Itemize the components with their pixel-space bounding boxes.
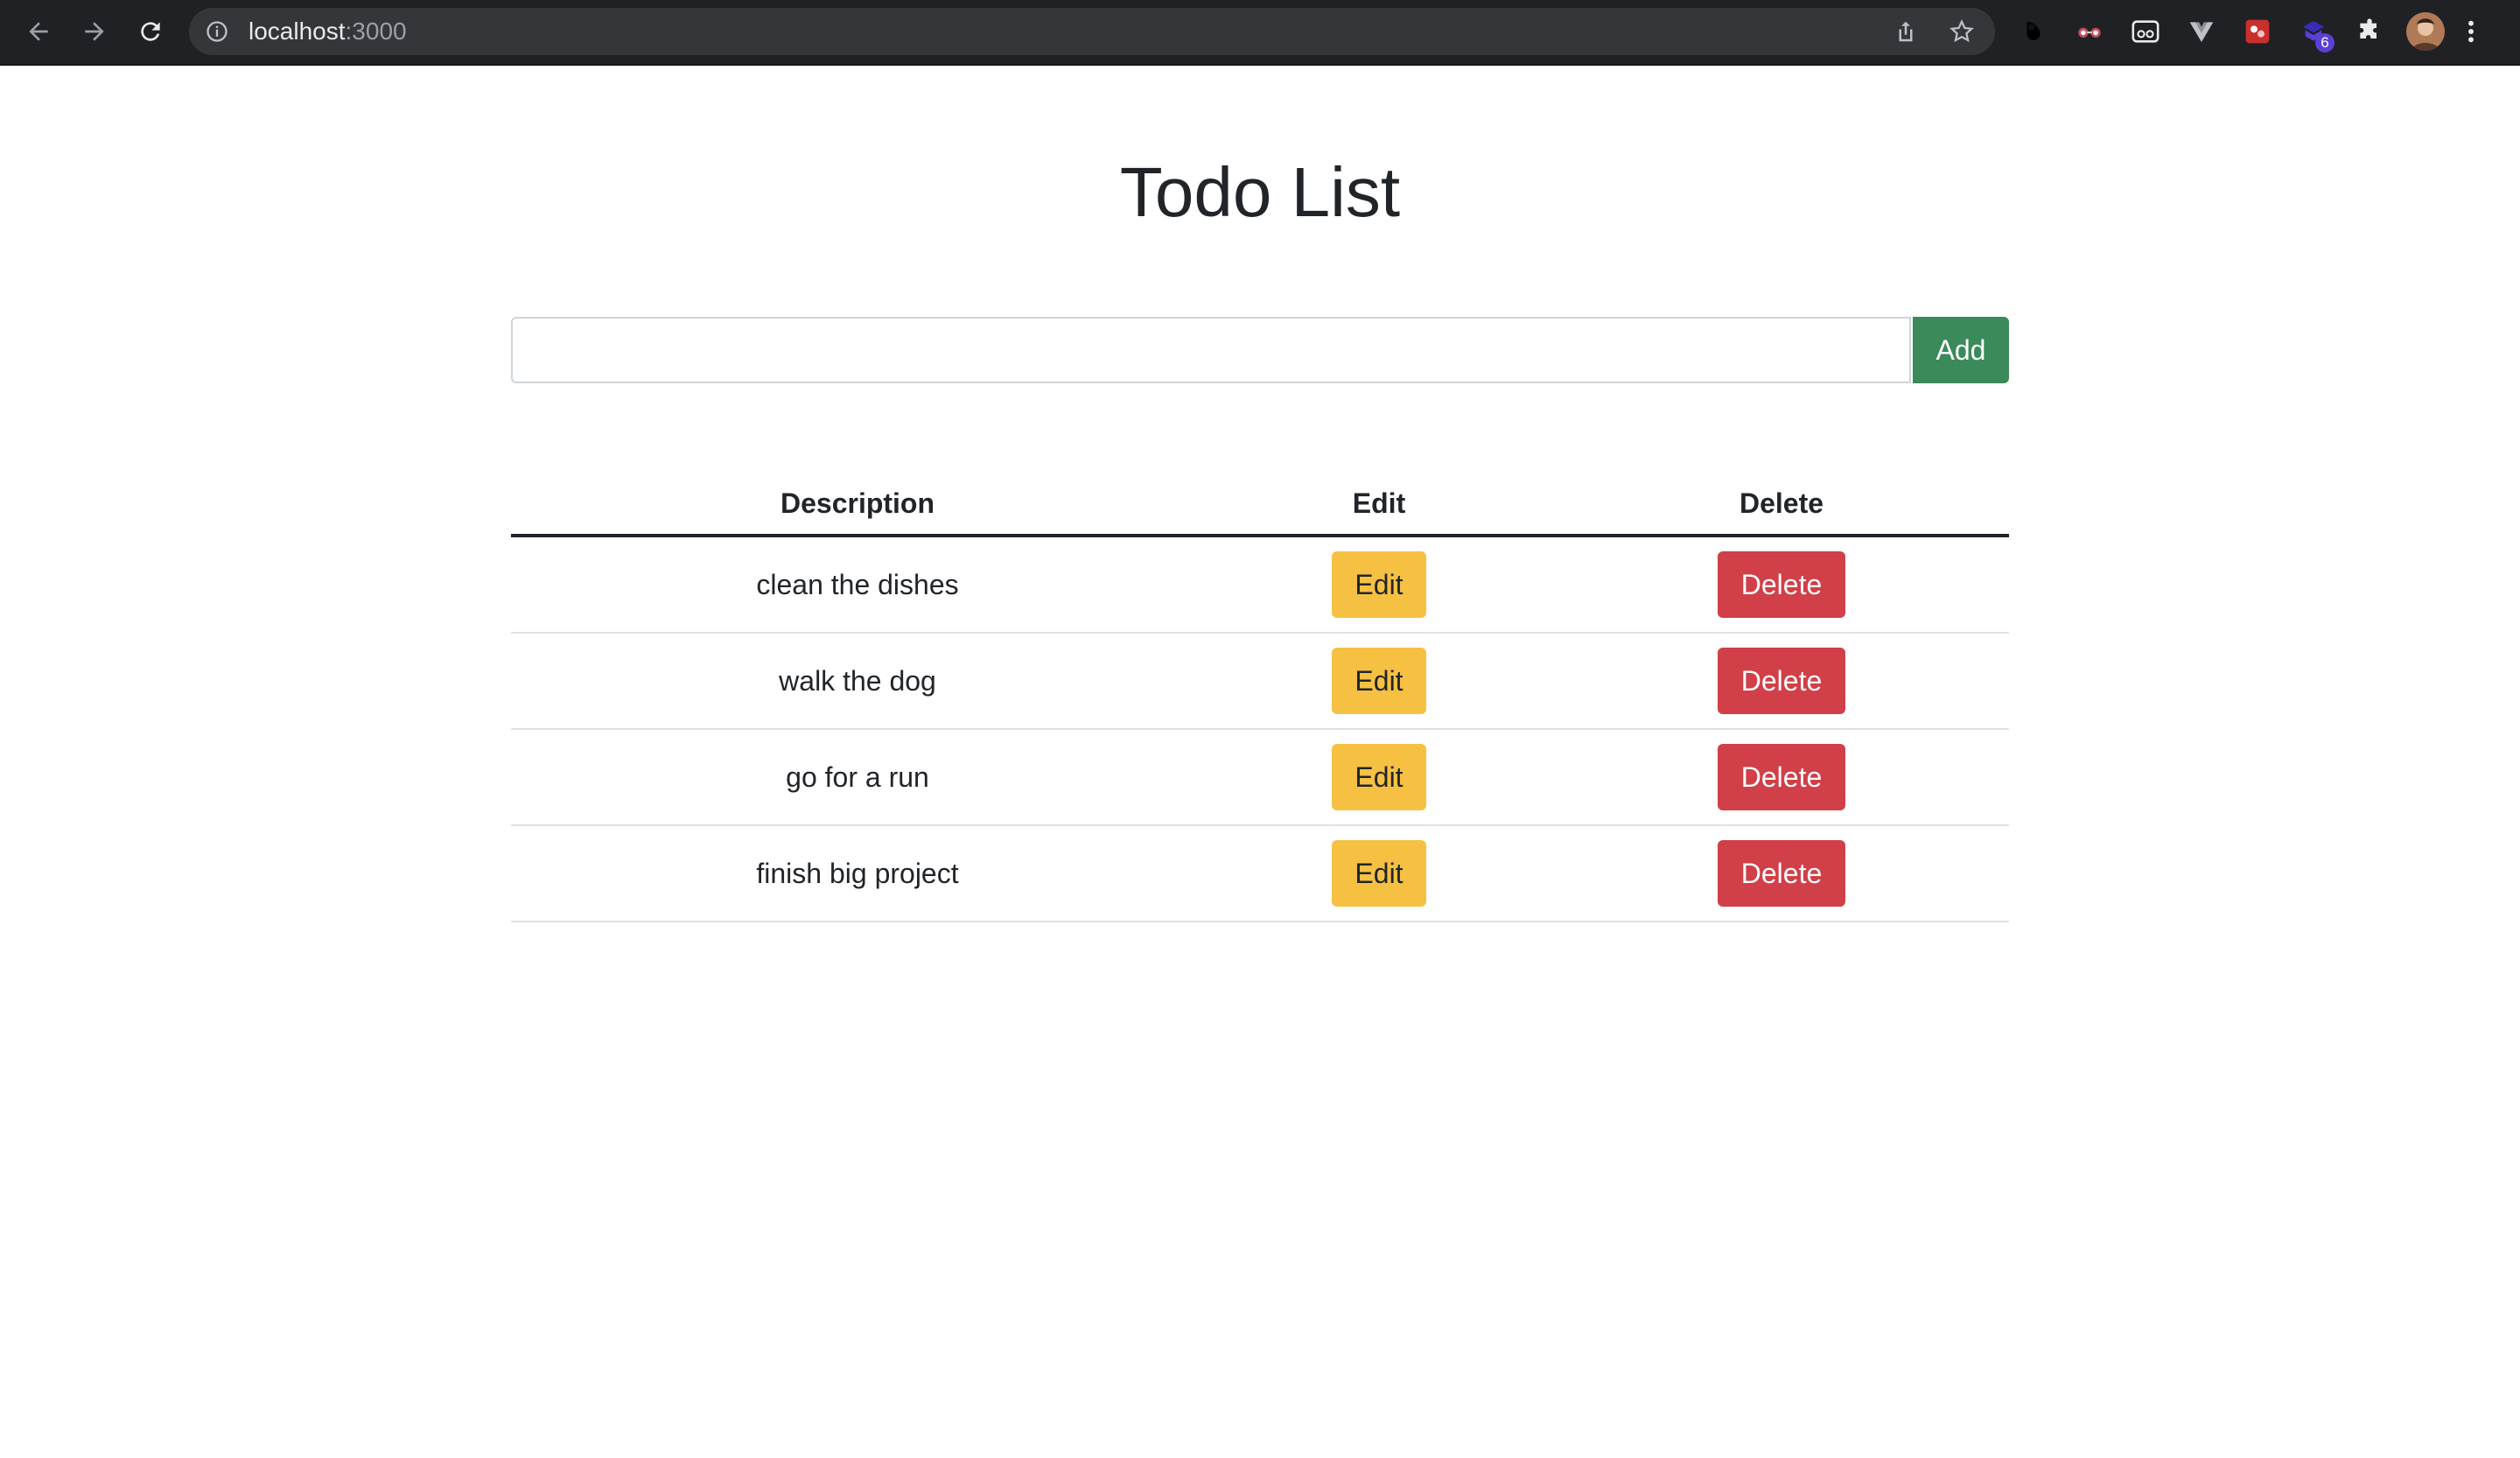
table-row: walk the dog Edit Delete <box>511 633 2009 730</box>
reload-icon <box>141 22 160 41</box>
site-info-icon[interactable] <box>205 19 229 44</box>
forward-button[interactable] <box>72 9 117 54</box>
add-button[interactable]: Add <box>1913 317 2009 383</box>
extension-badge: 6 <box>2315 33 2334 53</box>
todo-input[interactable] <box>511 317 1911 383</box>
extension-red-icon[interactable] <box>2240 14 2275 49</box>
delete-button[interactable]: Delete <box>1718 744 1845 810</box>
table-row: clean the dishes Edit Delete <box>511 536 2009 634</box>
extension-purple-icon[interactable]: 6 <box>2296 14 2334 53</box>
extensions-puzzle-icon[interactable] <box>2352 14 2387 49</box>
browser-menu-icon[interactable] <box>2460 14 2482 49</box>
delete-button[interactable]: Delete <box>1718 551 1845 618</box>
add-todo-form: Add <box>511 317 2009 383</box>
extension-reader-icon[interactable] <box>2128 14 2163 49</box>
table-row: go for a run Edit Delete <box>511 729 2009 826</box>
header-description: Description <box>511 473 1204 537</box>
todo-description: finish big project <box>511 825 1204 922</box>
url-text: localhost:3000 <box>248 8 407 55</box>
delete-button[interactable]: Delete <box>1718 648 1845 714</box>
header-delete: Delete <box>1554 473 2009 537</box>
edit-button[interactable]: Edit <box>1332 551 1426 618</box>
share-icon[interactable] <box>1890 16 1922 47</box>
extension-dark-icon[interactable] <box>2016 14 2051 49</box>
table-header-row: Description Edit Delete <box>511 473 2009 537</box>
delete-button[interactable]: Delete <box>1718 840 1845 907</box>
extension-vue-icon[interactable] <box>2184 14 2219 49</box>
edit-button[interactable]: Edit <box>1332 744 1426 810</box>
extension-glasses-icon[interactable] <box>2072 14 2107 49</box>
page-title: Todo List <box>1119 153 1401 231</box>
reload-button[interactable] <box>128 9 173 54</box>
address-bar[interactable]: localhost:3000 <box>189 8 1995 55</box>
header-edit: Edit <box>1204 473 1554 537</box>
forward-arrow-icon <box>85 22 104 41</box>
url-host: localhost <box>248 18 346 45</box>
todo-description: go for a run <box>511 729 1204 826</box>
profile-avatar[interactable] <box>2406 12 2445 51</box>
browser-toolbar: localhost:3000 6 <box>0 0 2520 66</box>
todo-description: clean the dishes <box>511 536 1204 634</box>
edit-button[interactable]: Edit <box>1332 840 1426 907</box>
back-button[interactable] <box>16 9 61 54</box>
back-arrow-icon <box>29 22 48 41</box>
edit-button[interactable]: Edit <box>1332 648 1426 714</box>
todo-description: walk the dog <box>511 633 1204 730</box>
bookmark-star-icon[interactable] <box>1946 16 1978 47</box>
table-row: finish big project Edit Delete <box>511 825 2009 922</box>
url-port: :3000 <box>345 18 407 45</box>
todo-table: Description Edit Delete clean the dishes… <box>511 473 2009 922</box>
